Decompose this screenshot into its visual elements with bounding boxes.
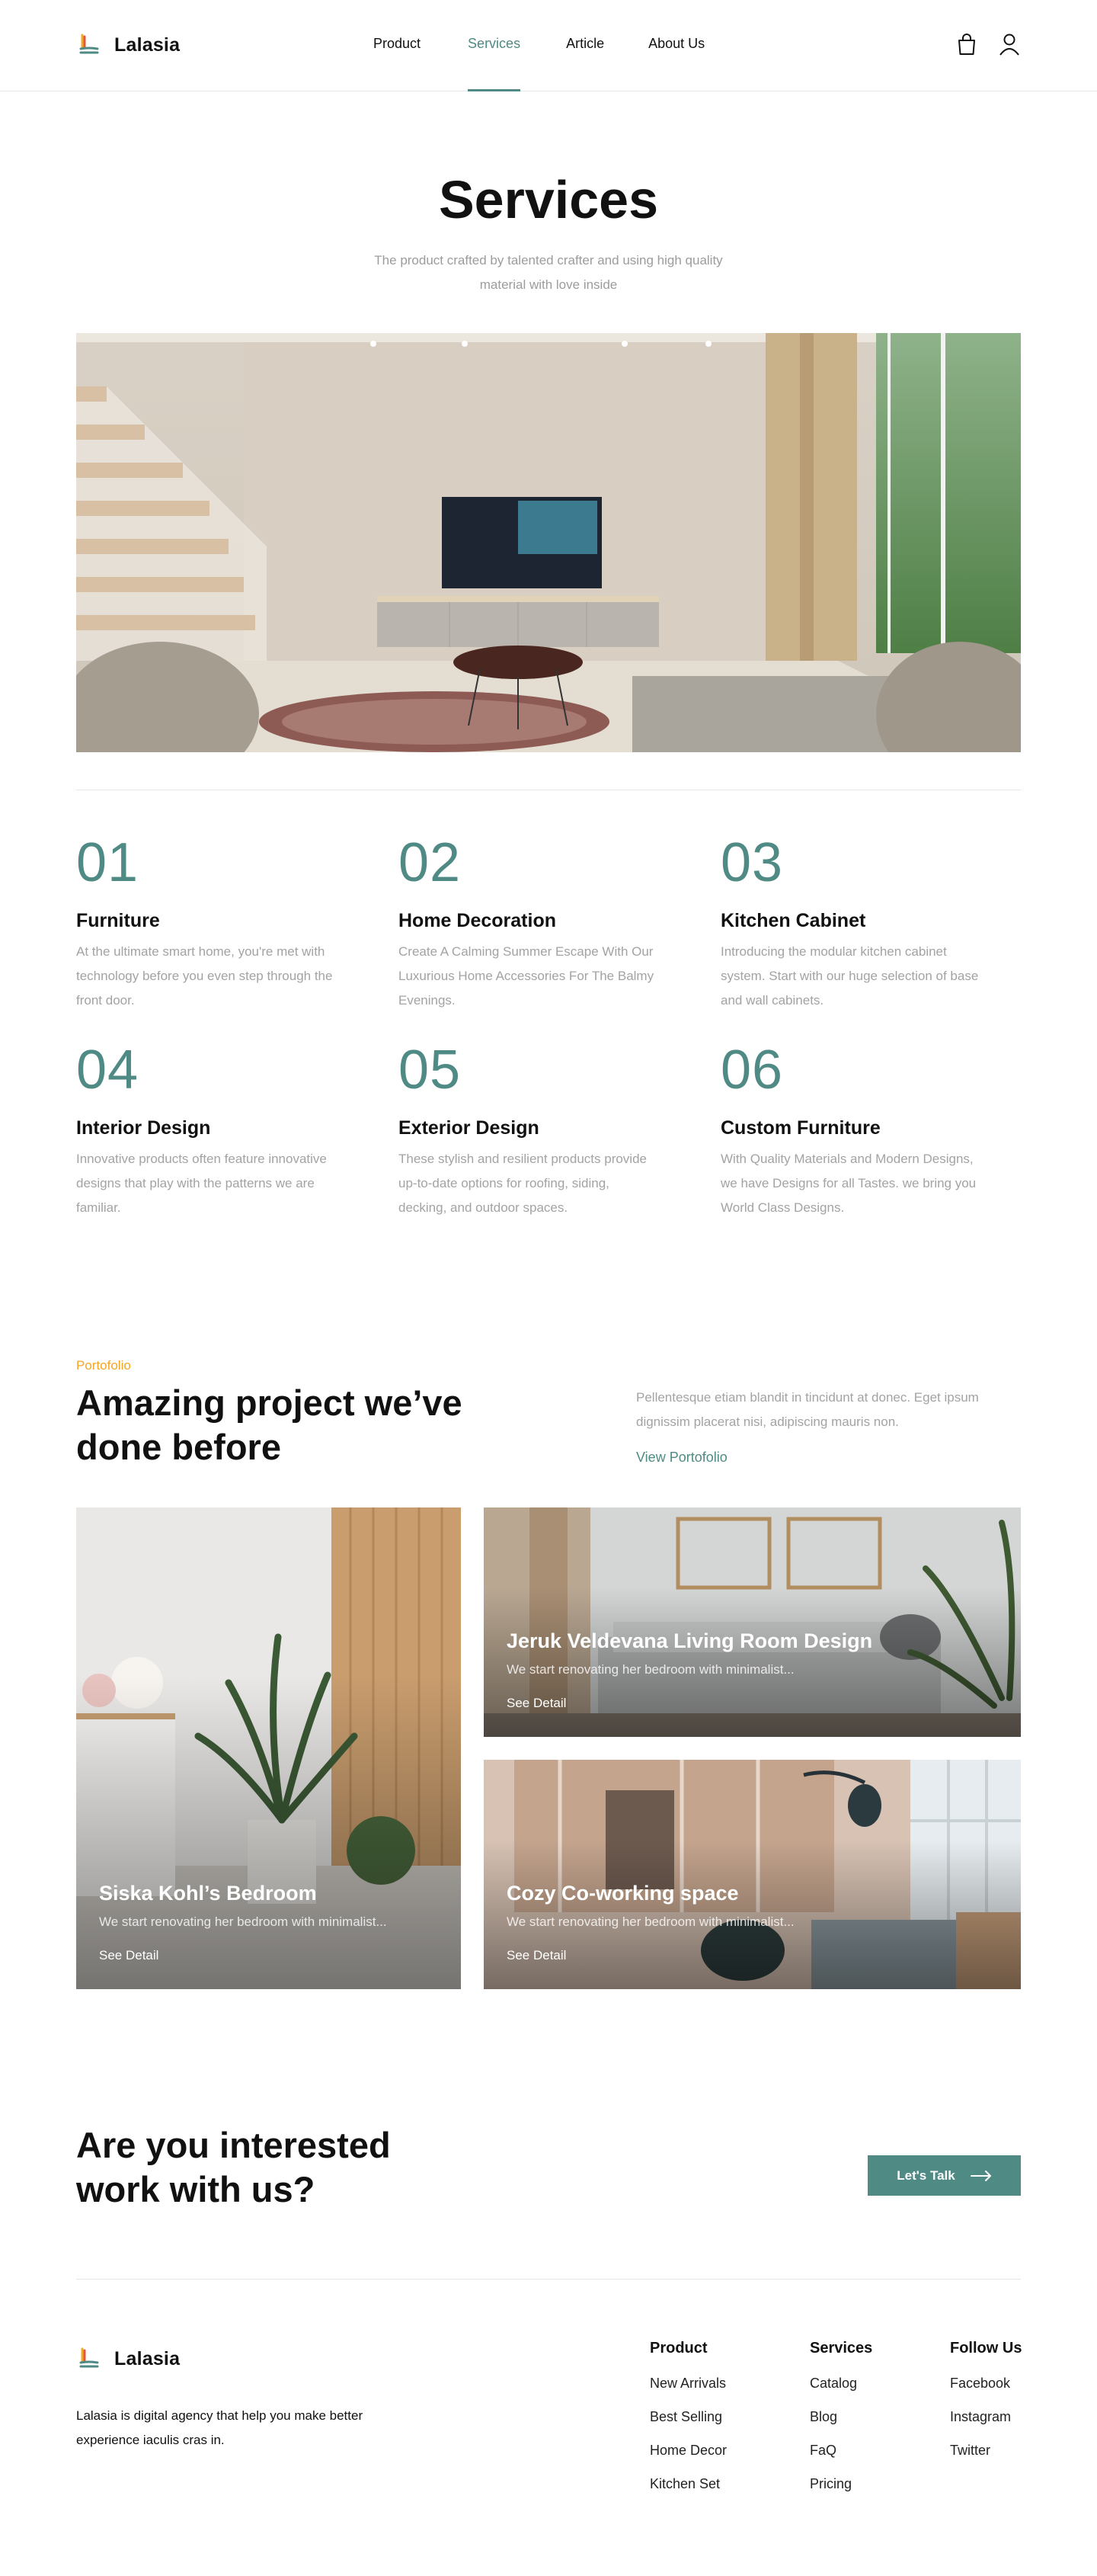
footer-link-pricing[interactable]: Pricing [810, 2476, 872, 2510]
shopping-bag-icon[interactable] [955, 32, 978, 56]
service-description: Create A Calming Summer Escape With Our … [398, 944, 654, 1008]
footer-column-title: Product [650, 2340, 708, 2357]
service-item: 01 Furniture At the ultimate smart home,… [76, 832, 335, 1013]
nav-actions [955, 32, 1021, 56]
see-detail-link[interactable]: See Detail [99, 1948, 158, 1963]
card-content: Jeruk Veldevana Living Room Design We st… [507, 1629, 998, 1711]
card-title: Jeruk Veldevana Living Room Design [507, 1629, 873, 1652]
card-description: We start renovating her bedroom with min… [507, 1914, 795, 1929]
card-content: Cozy Co-working space We start renovatin… [507, 1882, 998, 1963]
footer-brand-name: Lalasia [114, 2347, 181, 2369]
service-item: 06 Custom Furniture With Quality Materia… [721, 1040, 980, 1220]
portfolio-description: Pellentesque etiam blandit in tincidunt … [636, 1390, 979, 1429]
service-number: 05 [398, 1040, 462, 1101]
see-detail-link[interactable]: See Detail [507, 1948, 566, 1963]
footer-link-facebook[interactable]: Facebook [950, 2376, 1022, 2409]
service-number: 02 [398, 832, 462, 893]
footer-link-instagram[interactable]: Instagram [950, 2409, 1022, 2443]
hero-living-room-image [76, 333, 1021, 752]
portfolio-card[interactable]: Cozy Co-working space We start renovatin… [484, 1760, 1021, 1989]
portfolio-card[interactable]: Siska Kohl’s Bedroom We start renovating… [76, 1507, 461, 1989]
service-description: At the ultimate smart home, you're met w… [76, 944, 333, 1008]
service-number: 06 [721, 1040, 784, 1101]
service-number: 04 [76, 1040, 139, 1101]
service-item: 04 Interior Design Innovative products o… [76, 1040, 335, 1220]
footer-link-catalog[interactable]: Catalog [810, 2376, 872, 2409]
view-portfolio-link[interactable]: View Portofolio [636, 1450, 728, 1466]
see-detail-link[interactable]: See Detail [507, 1696, 566, 1711]
footer-link-best-selling[interactable]: Best Selling [650, 2409, 727, 2443]
chair-logo-icon [79, 34, 99, 54]
service-item: 05 Exterior Design These stylish and res… [398, 1040, 657, 1220]
user-icon[interactable] [998, 32, 1021, 56]
page-title: Services [438, 170, 659, 229]
portfolio-eyebrow: Portofolio [76, 1358, 131, 1373]
card-title: Siska Kohl’s Bedroom [99, 1882, 317, 1905]
brand-logo[interactable]: Lalasia [76, 32, 180, 58]
service-title: Home Decoration [398, 910, 556, 931]
footer-brand-logo[interactable]: Lalasia [76, 2346, 180, 2372]
portfolio-title: Amazing project we’ve done before [76, 1383, 462, 1467]
card-description: We start renovating her bedroom with min… [99, 1914, 387, 1929]
lets-talk-label: Let's Talk [897, 2167, 955, 2183]
lets-talk-button[interactable]: Let's Talk [868, 2155, 1021, 2196]
nav-item-product[interactable]: Product [373, 36, 421, 91]
service-number: 01 [76, 832, 139, 893]
footer-column-title: Services [810, 2340, 873, 2357]
footer-column-follow-us: Follow Us Facebook Instagram Twitter [950, 2340, 1022, 2476]
service-description: Introducing the modular kitchen cabinet … [721, 944, 979, 1008]
footer-link-twitter[interactable]: Twitter [950, 2443, 1022, 2476]
nav-item-article[interactable]: Article [566, 36, 604, 91]
service-title: Custom Furniture [721, 1117, 881, 1139]
footer-column-services: Services Catalog Blog FaQ Pricing [810, 2340, 872, 2510]
portfolio-card[interactable]: Jeruk Veldevana Living Room Design We st… [484, 1507, 1021, 1737]
page-subtitle: The product crafted by talented crafter … [374, 253, 723, 292]
main-menu: Product Services Article About Us [373, 36, 705, 91]
service-title: Kitchen Cabinet [721, 910, 866, 931]
page: Lalasia Product Services Article About U… [0, 0, 1097, 2576]
cta-title: Are you interested work with us? [76, 2125, 391, 2209]
arrow-right-icon [970, 2170, 991, 2181]
card-title: Cozy Co-working space [507, 1882, 739, 1905]
service-title: Interior Design [76, 1117, 211, 1139]
footer-link-faq[interactable]: FaQ [810, 2443, 872, 2476]
service-item: 02 Home Decoration Create A Calming Summ… [398, 832, 657, 1013]
footer-about-text: Lalasia is digital agency that help you … [76, 2408, 363, 2447]
service-title: Exterior Design [398, 1117, 539, 1139]
footer-divider [76, 2279, 1021, 2280]
footer-column-title: Follow Us [950, 2340, 1022, 2357]
footer-column-product: Product New Arrivals Best Selling Home D… [650, 2340, 727, 2510]
card-content: Siska Kohl’s Bedroom We start renovating… [99, 1882, 438, 1963]
footer-link-kitchen-set[interactable]: Kitchen Set [650, 2476, 727, 2510]
brand-name: Lalasia [114, 34, 181, 56]
service-description: These stylish and resilient products pro… [398, 1152, 647, 1215]
nav-item-services[interactable]: Services [468, 36, 521, 91]
chair-logo-icon [79, 2347, 99, 2368]
top-navbar: Lalasia Product Services Article About U… [0, 0, 1097, 91]
service-description: With Quality Materials and Modern Design… [721, 1152, 977, 1215]
footer-link-new-arrivals[interactable]: New Arrivals [650, 2376, 727, 2409]
service-item: 03 Kitchen Cabinet Introducing the modul… [721, 832, 980, 1013]
card-description: We start renovating her bedroom with min… [507, 1662, 795, 1677]
footer-link-blog[interactable]: Blog [810, 2409, 872, 2443]
service-title: Furniture [76, 910, 160, 931]
service-description: Innovative products often feature innova… [76, 1152, 327, 1215]
nav-item-about-us[interactable]: About Us [648, 36, 705, 91]
service-number: 03 [721, 832, 784, 893]
footer-link-home-decor[interactable]: Home Decor [650, 2443, 727, 2476]
